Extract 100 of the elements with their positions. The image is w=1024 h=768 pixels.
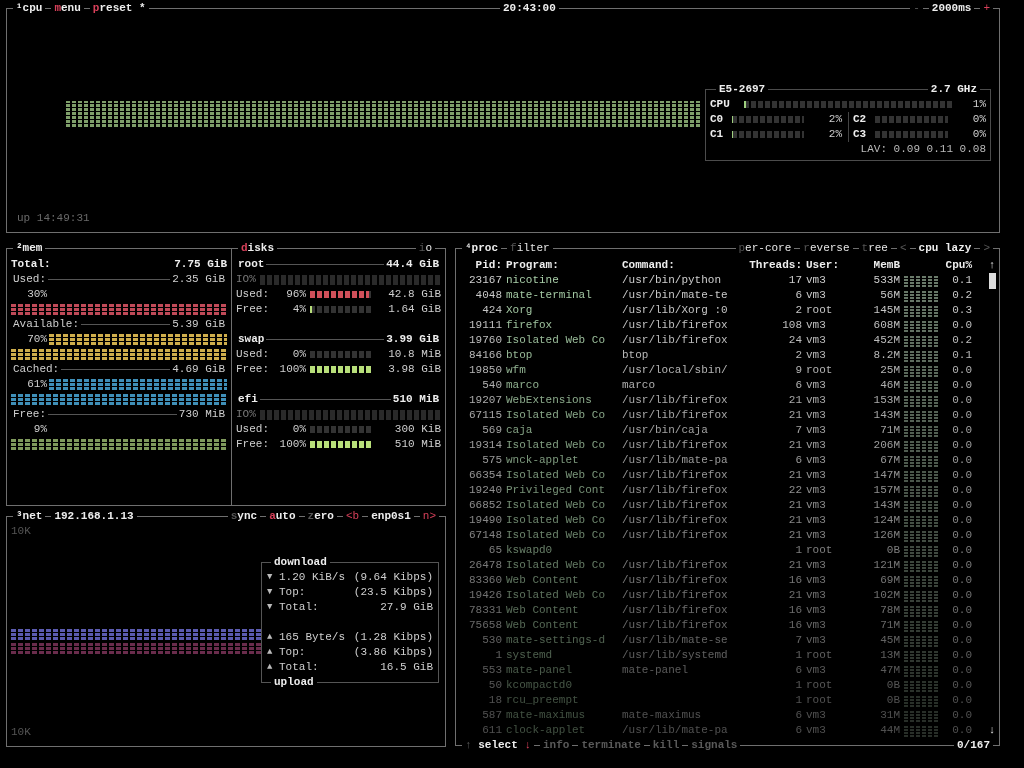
pid-cell-text: 4048 <box>474 288 502 303</box>
user-cell-text: vm3 <box>806 663 827 678</box>
cpu-cell-text: 0.0 <box>951 528 972 543</box>
pid-cell-text: 553 <box>481 663 502 678</box>
user-cell-text: vm3 <box>806 528 827 543</box>
command-cell-text: /usr/lib/systemd <box>622 648 729 663</box>
threads-cell-text: 6 <box>794 453 802 468</box>
pid-cell-text: 424 <box>481 303 502 318</box>
column-header[interactable]: Command: <box>622 258 742 273</box>
pid-cell-text: 78331 <box>468 603 502 618</box>
user-cell-text: vm3 <box>806 483 827 498</box>
threads-cell-text: 1 <box>794 648 802 663</box>
mem-cell-text: 102M <box>872 588 900 603</box>
pid-cell-text: 19207 <box>468 393 502 408</box>
cpu-history-drawing <box>904 454 940 467</box>
cpu-history-drawing <box>904 439 940 452</box>
pid-cell-text: 569 <box>481 423 502 438</box>
threads-cell-text: 6 <box>794 378 802 393</box>
threads-cell-text: 16 <box>787 603 802 618</box>
pid-cell-text: 611 <box>481 723 502 738</box>
scale-label: 10K <box>11 725 31 740</box>
program-cell-text: WebExtensions <box>506 393 593 408</box>
stat-value: 27.9 GiB <box>380 599 433 615</box>
threads-cell-text: 6 <box>794 663 802 678</box>
mem-cell-text: 56M <box>879 288 900 303</box>
cpu-cell-text: 0.0 <box>951 393 972 408</box>
program-cell-text: Isolated Web Co <box>506 498 607 513</box>
program-cell-text: btop <box>506 348 534 363</box>
cpu-history-drawing <box>904 589 940 602</box>
panel-title[interactable]: ⁴proc <box>462 241 501 256</box>
mem-cell-text: 71M <box>879 423 900 438</box>
command-cell-text: /usr/lib/firefox <box>622 333 729 348</box>
user-cell-text: vm3 <box>806 513 827 528</box>
cpu-history-drawing <box>904 499 940 512</box>
cpu-history-drawing <box>904 364 940 377</box>
program-cell-text: Isolated Web Co <box>506 408 607 423</box>
user-cell-text: root <box>806 648 834 663</box>
user-cell-text: vm3 <box>806 393 827 408</box>
stat-value: 16.5 GiB <box>380 659 433 675</box>
panel-title[interactable]: ¹cpu <box>13 1 46 16</box>
disk-percent: 0% <box>291 422 306 437</box>
user-cell-text: root <box>806 543 834 558</box>
user-cell-text: vm3 <box>806 438 827 453</box>
scroll-up-arrow[interactable]: ↑ <box>988 258 996 273</box>
command-cell-text: /usr/lib/firefox <box>622 618 729 633</box>
user-cell-text: vm3 <box>806 333 827 348</box>
cpu-cell-text: 0.0 <box>951 363 972 378</box>
threads-cell-text: 1 <box>794 543 802 558</box>
scroll-down-arrow[interactable]: ↓ <box>988 723 996 738</box>
scrollbar-thumb[interactable] <box>988 273 996 289</box>
mem-cell-text: 153M <box>872 393 900 408</box>
core-reading: 2% <box>827 112 842 127</box>
cpu-cell-text: 0.0 <box>951 558 972 573</box>
stat-label: 1.20 KiB/s <box>279 569 346 585</box>
program-cell-text: mate-terminal <box>506 288 593 303</box>
program-cell-text: Web Content <box>506 603 580 618</box>
program-cell-text: Privileged Cont <box>506 483 607 498</box>
disk-percent: 4% <box>291 302 306 317</box>
cpu-history-drawing <box>904 349 940 362</box>
command-cell-text: /usr/lib/firefox <box>622 588 729 603</box>
user-cell-text: vm3 <box>806 633 827 648</box>
core-reading: 0% <box>971 112 986 127</box>
disk-value: 3.98 GiB <box>387 362 441 377</box>
command-cell-text: /usr/lib/firefox <box>622 558 729 573</box>
menu-tab[interactable]: preset * <box>89 1 149 16</box>
cpu-history-drawing <box>904 304 940 317</box>
column-header[interactable]: Threads: <box>746 258 802 273</box>
io-label: IO% <box>236 407 256 422</box>
column-header[interactable]: Cpu% <box>944 258 972 273</box>
column-header[interactable]: Program: <box>506 258 618 273</box>
pid-cell-text: 19111 <box>468 318 502 333</box>
program-cell-text: Isolated Web Co <box>506 528 607 543</box>
command-cell-text: btop <box>622 348 650 363</box>
user-cell-text: vm3 <box>806 708 827 723</box>
mem-cell-text: 13M <box>879 648 900 663</box>
disk-stat-label: Used: <box>236 422 270 437</box>
cpu-history-drawing <box>904 649 940 662</box>
sort-field: cpu lazy <box>915 241 975 256</box>
program-cell-text: rcu_preempt <box>506 693 580 708</box>
pid-cell-text: 23167 <box>468 273 502 288</box>
user-cell-text: vm3 <box>806 423 827 438</box>
column-header[interactable]: Pid: <box>460 258 502 273</box>
cpu-cell-text: 0.0 <box>951 423 972 438</box>
cpu-cell-text: 0.0 <box>951 468 972 483</box>
user-cell-text: vm3 <box>806 603 827 618</box>
pid-cell-text: 65 <box>487 543 502 558</box>
cpu-cell-text: 0.0 <box>951 498 972 513</box>
cpu-cell-text: 0.0 <box>951 573 972 588</box>
upload-title: upload <box>271 674 317 690</box>
cpu-cell-text: 0.0 <box>951 708 972 723</box>
cpu-cell-text: 0.0 <box>951 663 972 678</box>
threads-cell-text: 16 <box>787 573 802 588</box>
threads-cell-text: 21 <box>787 408 802 423</box>
column-header[interactable]: MemB <box>860 258 900 273</box>
cpu-cell-text: 0.0 <box>951 603 972 618</box>
command-cell-text: /usr/lib/firefox <box>622 468 729 483</box>
core-label: C2 <box>853 112 868 127</box>
column-header[interactable]: User: <box>806 258 856 273</box>
pid-cell-text: 83360 <box>468 573 502 588</box>
mem-cell-text: 44M <box>879 723 900 738</box>
